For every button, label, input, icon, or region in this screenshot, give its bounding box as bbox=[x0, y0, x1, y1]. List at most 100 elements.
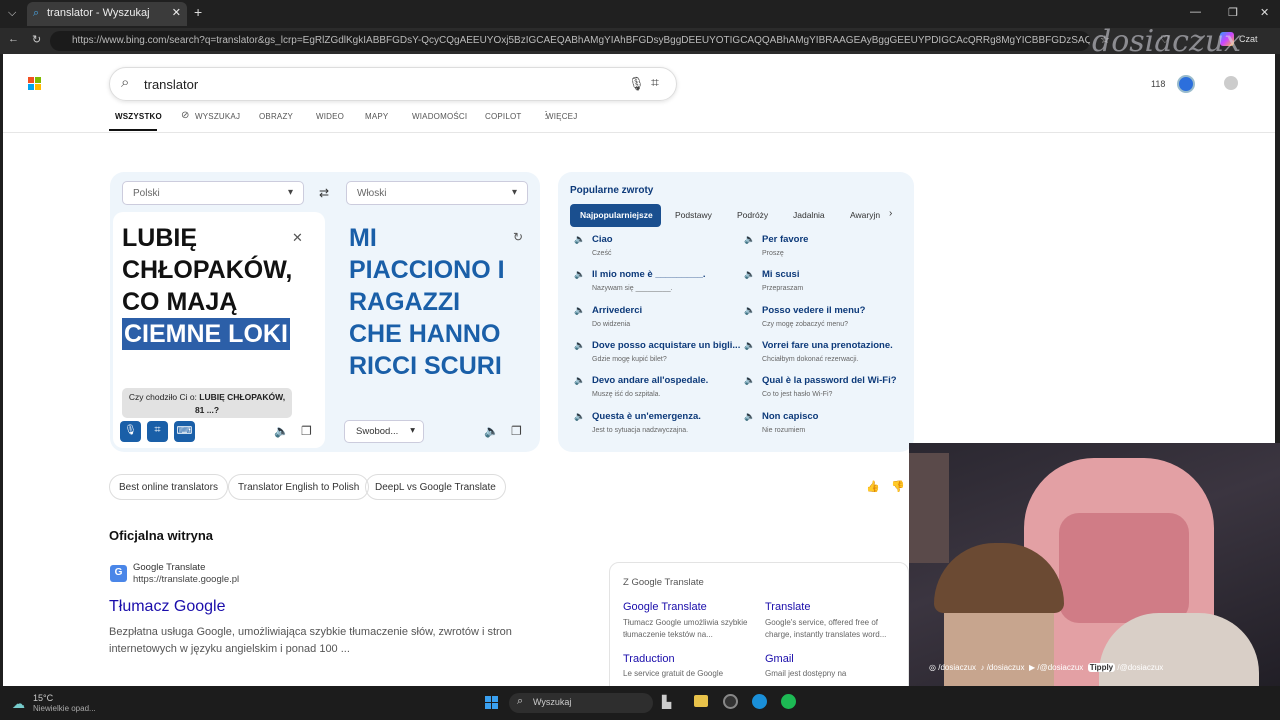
source-text[interactable]: LUBIĘ CHŁOPAKÓW, CO MAJĄ bbox=[122, 222, 292, 318]
side-link[interactable]: Translate bbox=[765, 601, 810, 613]
phrase-polish: Proszę bbox=[762, 250, 784, 257]
camera-input-icon[interactable]: ⌗ bbox=[147, 421, 168, 442]
source-language-select[interactable]: Polski ▾ bbox=[122, 181, 304, 205]
speaker-icon[interactable]: 🔈 bbox=[744, 234, 755, 245]
tab-news[interactable]: WIADOMOŚCI bbox=[412, 112, 467, 121]
side-link[interactable]: Gmail bbox=[765, 653, 794, 665]
phrases-tab-basics[interactable]: Podstawy bbox=[675, 210, 712, 220]
chevron-right-icon[interactable]: › bbox=[889, 208, 892, 219]
search-icon: ⌕ bbox=[517, 695, 524, 707]
did-you-mean-suggestion[interactable]: Czy chodziło Ci o: LUBIĘ CHŁOPAKÓW, 81 ..… bbox=[122, 388, 292, 418]
speaker-icon[interactable]: 🔈 bbox=[274, 424, 289, 438]
weather-icon[interactable]: ☁ bbox=[12, 696, 25, 712]
copy-icon[interactable]: ❐ bbox=[511, 424, 522, 438]
keyboard-icon[interactable]: ⌨ bbox=[174, 421, 195, 442]
related-chip[interactable]: Best online translators bbox=[109, 474, 228, 500]
tab-images[interactable]: OBRAZY bbox=[259, 112, 293, 121]
speaker-icon[interactable]: 🔈 bbox=[744, 269, 755, 280]
related-chip[interactable]: DeepL vs Google Translate bbox=[365, 474, 506, 500]
microsoft-logo-icon[interactable] bbox=[28, 77, 41, 90]
result-title-link[interactable]: Tłumacz Google bbox=[109, 598, 226, 616]
side-link[interactable]: Traduction bbox=[623, 653, 675, 665]
speaker-icon[interactable]: 🔈 bbox=[744, 340, 755, 351]
thumbs-up-icon[interactable]: 👍 bbox=[866, 480, 880, 493]
tab-search[interactable]: WYSZUKAJ bbox=[195, 112, 240, 121]
phrase-item[interactable]: Dove posso acquistare un bigli... Gdzie m… bbox=[592, 340, 742, 363]
speaker-icon[interactable]: 🔈 bbox=[574, 234, 585, 245]
phrase-item[interactable]: Non capisco Nie rozumiem bbox=[762, 411, 912, 434]
phrases-tab-popular[interactable]: Najpopularniejsze bbox=[570, 204, 661, 227]
url-text: https://www.bing.com/search?q=translator… bbox=[72, 35, 1090, 46]
taskbar-search[interactable]: ⌕ Wyszukaj bbox=[509, 693, 653, 713]
czat-label[interactable]: Czat bbox=[1239, 34, 1258, 44]
related-chip[interactable]: Translator English to Polish bbox=[228, 474, 370, 500]
thumbs-down-icon[interactable]: 👎 bbox=[891, 480, 905, 493]
phrase-item[interactable]: Arrivederci Do widzenia bbox=[592, 305, 742, 328]
speaker-icon[interactable]: 🔈 bbox=[574, 305, 585, 316]
microphone-input-icon[interactable]: 🎙 bbox=[120, 421, 141, 442]
speaker-icon[interactable]: 🔈 bbox=[574, 269, 585, 280]
phrases-tab-travel[interactable]: Podróży bbox=[737, 210, 768, 220]
back-icon[interactable]: ← bbox=[8, 33, 19, 45]
tab-all[interactable]: WSZYSTKO bbox=[115, 112, 162, 121]
file-explorer-icon[interactable] bbox=[694, 695, 708, 707]
speaker-icon[interactable]: 🔈 bbox=[744, 375, 755, 386]
new-tab-icon[interactable]: + bbox=[194, 4, 202, 20]
url-field[interactable]: https://www.bing.com/search?q=translator… bbox=[50, 31, 1090, 51]
source-selected-text[interactable]: CIEMNE LOKI bbox=[122, 318, 290, 350]
speaker-icon[interactable]: 🔈 bbox=[744, 411, 755, 422]
refresh-icon[interactable]: ↻ bbox=[32, 33, 41, 46]
speaker-icon[interactable]: 🔈 bbox=[574, 340, 585, 351]
rewards-medal-icon[interactable] bbox=[1177, 75, 1195, 93]
phrase-item[interactable]: Questa è un'emergenza. Jest to sytuacja n… bbox=[592, 411, 742, 434]
phrase-item[interactable]: Qual è la password del Wi-Fi? Co to jest … bbox=[762, 375, 912, 398]
phrase-item[interactable]: Devo andare all'ospedale. Muszę iść do sz… bbox=[592, 375, 742, 398]
phrase-italian: Qual è la password del Wi-Fi? bbox=[762, 375, 897, 387]
phrase-item[interactable]: Ciao Cześć bbox=[592, 234, 742, 257]
avatar[interactable] bbox=[1224, 76, 1238, 90]
phrase-polish: Chciałbym dokonać rezerwacji. bbox=[762, 355, 859, 363]
minimize-icon[interactable]: — bbox=[1190, 6, 1201, 18]
speaker-icon[interactable]: 🔈 bbox=[484, 424, 499, 438]
tab-list-chevron-icon[interactable]: ⌵ bbox=[8, 7, 16, 20]
temperature[interactable]: 15°C bbox=[33, 693, 53, 703]
rewards-count[interactable]: 118 bbox=[1151, 79, 1165, 89]
weather-status[interactable]: Niewielkie opad... bbox=[33, 704, 96, 713]
speaker-icon[interactable]: 🔈 bbox=[574, 411, 585, 422]
spotify-icon[interactable] bbox=[781, 694, 796, 709]
window-close-icon[interactable]: ✕ bbox=[1260, 6, 1269, 19]
copy-icon[interactable]: ❐ bbox=[301, 424, 312, 438]
maximize-icon[interactable]: ❐ bbox=[1228, 6, 1238, 19]
refresh-translation-icon[interactable]: ↻ bbox=[513, 230, 523, 244]
phrase-item[interactable]: Il mio nome è _________. Nazywam się ____… bbox=[592, 269, 742, 292]
target-language-select[interactable]: Włoski ▾ bbox=[346, 181, 528, 205]
swap-languages-icon[interactable]: ⇄ bbox=[319, 186, 329, 200]
formality-select[interactable]: Swobod... ▾ bbox=[344, 420, 424, 443]
phrase-item[interactable]: Vorrei fare una prenotazione. Chciałbym d… bbox=[762, 340, 912, 363]
tab-copilot[interactable]: COPILOT bbox=[485, 112, 522, 121]
visual-search-icon[interactable]: ⌗ bbox=[651, 74, 659, 91]
phrases-tab-emergency[interactable]: Awaryjn bbox=[850, 210, 885, 220]
phrase-item[interactable]: Mi scusi Przepraszam bbox=[762, 269, 912, 292]
windows-start-icon[interactable] bbox=[485, 696, 499, 710]
phrase-item[interactable]: Per favore Proszę bbox=[762, 234, 912, 257]
task-view-icon[interactable]: ▙ bbox=[662, 695, 671, 709]
edge-icon[interactable] bbox=[752, 694, 767, 709]
clear-text-icon[interactable]: ✕ bbox=[292, 230, 303, 246]
app-icon[interactable] bbox=[723, 694, 738, 709]
phrases-tab-dining[interactable]: Jadalnia bbox=[793, 210, 825, 220]
tab-video[interactable]: WIDEO bbox=[316, 112, 344, 121]
speaker-icon[interactable]: 🔈 bbox=[574, 375, 585, 386]
speaker-icon[interactable]: 🔈 bbox=[744, 305, 755, 316]
browser-tab[interactable]: ⌕ translator - Wyszukaj ✕ bbox=[27, 2, 187, 26]
close-tab-icon[interactable]: ✕ bbox=[172, 6, 181, 19]
search-input[interactable]: ⌕ translator 🎙 ⌗ bbox=[109, 67, 677, 101]
result-url[interactable]: https://translate.google.pl bbox=[133, 574, 239, 585]
microphone-icon[interactable]: 🎙 bbox=[628, 76, 645, 92]
google-translate-icon: G bbox=[110, 565, 127, 582]
tab-more[interactable]: WIĘCEJ bbox=[546, 112, 577, 121]
phrase-item[interactable]: Posso vedere il menu? Czy mogę zobaczyć m… bbox=[762, 305, 912, 328]
side-link[interactable]: Google Translate bbox=[623, 601, 707, 613]
tab-maps[interactable]: MAPY bbox=[365, 112, 388, 121]
active-tab-underline bbox=[109, 129, 157, 131]
